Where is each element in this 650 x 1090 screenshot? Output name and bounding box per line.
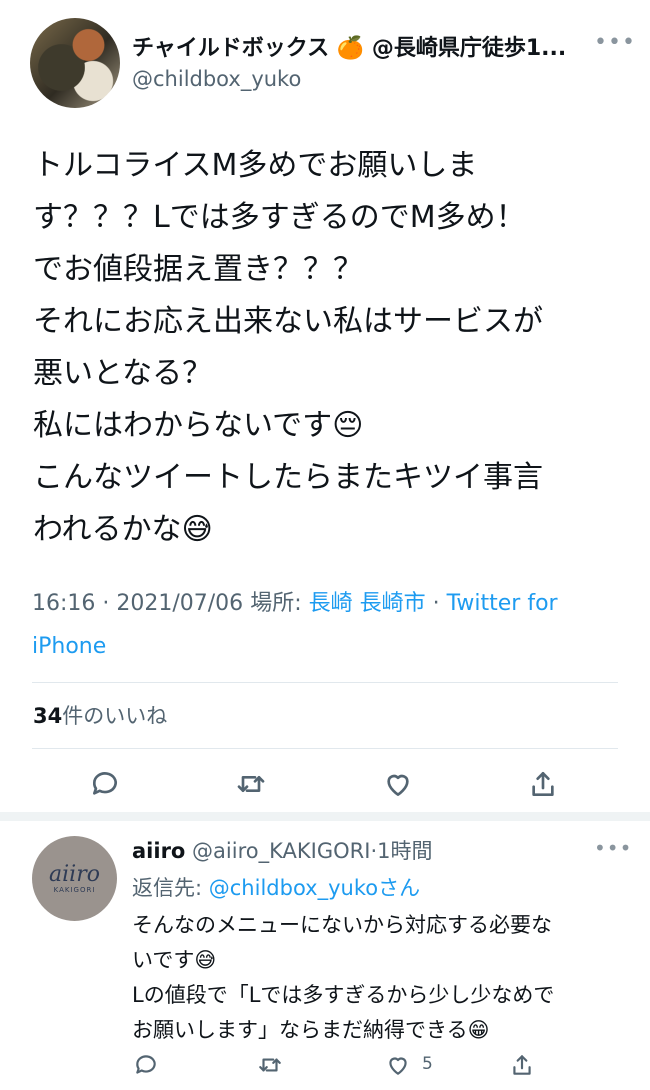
avatar[interactable]	[30, 18, 120, 108]
likes-number: 34	[33, 704, 63, 728]
tweet-meta: 16:16 · 2021/07/06 場所: 長崎 長崎市 · Twitter …	[32, 582, 612, 668]
reply-icon	[92, 772, 117, 795]
replying-to: 返信先: @childbox_yukoさん	[132, 872, 420, 902]
divider	[32, 748, 618, 749]
location-link[interactable]: 長崎 長崎市	[309, 591, 426, 616]
like-icon	[387, 774, 409, 796]
meta-separator: ·	[432, 591, 440, 616]
avatar-logo-subtext: KAKIGORI	[53, 885, 96, 894]
like-count: 5	[422, 1054, 433, 1074]
more-horizontal-icon[interactable]: •••	[594, 30, 636, 55]
reply-icon	[136, 1055, 156, 1074]
user-handle[interactable]: @childbox_yuko	[132, 67, 301, 91]
location-label: 場所:	[250, 591, 302, 616]
display-name[interactable]: チャイルドボックス 🍊 @長崎県庁徒歩1...	[132, 30, 566, 62]
avatar-logo-text: aiiro	[49, 861, 100, 887]
reply-header: aiiro @aiiro_KAKIGORI·1時間	[132, 835, 433, 865]
reply-button[interactable]	[85, 764, 125, 804]
reply-reply-button[interactable]	[126, 1045, 166, 1085]
tweet-text: トルコライスM多めでお願いしま す？？？Lでは多すぎるのでM多め！ でお値段据え…	[33, 148, 543, 547]
more-horizontal-icon[interactable]: •••	[594, 836, 632, 860]
likes-count[interactable]: 34件のいいね	[33, 700, 167, 730]
reply-retweet-button[interactable]	[250, 1045, 290, 1085]
reply-author-handle[interactable]: @aiiro_KAKIGORI	[192, 839, 370, 863]
reply-avatar[interactable]: aiiro KAKIGORI	[32, 836, 117, 921]
tweet-time[interactable]: 16:16 · 2021/07/06	[32, 591, 243, 616]
replying-label: 返信先:	[132, 876, 203, 900]
retweet-button[interactable]	[231, 764, 271, 804]
like-button[interactable]	[378, 764, 418, 804]
likes-label: 件のいいね	[62, 704, 168, 728]
replying-to-link[interactable]: @childbox_yukoさん	[209, 876, 420, 900]
share-icon	[513, 1055, 531, 1075]
retweet-icon	[237, 776, 265, 792]
share-button[interactable]	[523, 764, 563, 804]
section-divider	[0, 812, 650, 821]
like-icon	[389, 1057, 407, 1075]
reply-text: そんなのメニューにないから対応する必要な いです😅 Lの値段で「Lでは多すぎるか…	[132, 913, 555, 1042]
share-icon	[532, 772, 554, 796]
retweet-icon	[259, 1058, 281, 1072]
reply-like-button[interactable]	[378, 1045, 418, 1085]
reply-time[interactable]: 1時間	[377, 839, 432, 863]
reply-share-button[interactable]	[502, 1045, 542, 1085]
divider	[32, 682, 618, 683]
reply-author-name[interactable]: aiiro	[132, 839, 185, 863]
